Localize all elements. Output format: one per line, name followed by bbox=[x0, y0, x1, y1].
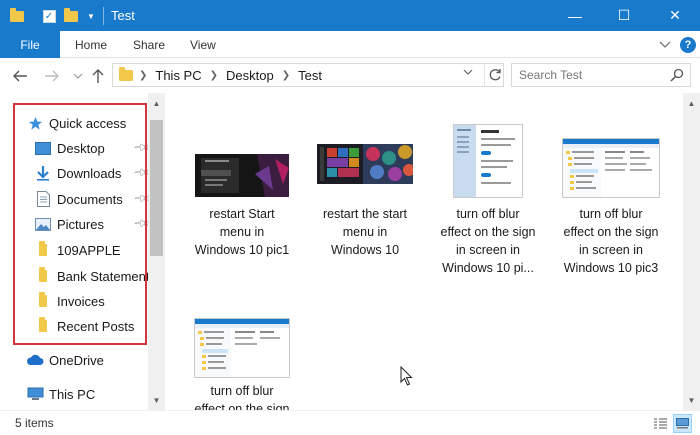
file-item[interactable]: restart Start menu in Windows 10 pic1 bbox=[186, 148, 298, 268]
details-view-icon[interactable] bbox=[651, 414, 670, 433]
up-arrow-icon[interactable] bbox=[88, 66, 108, 86]
breadcrumb-separator-icon[interactable]: ❯ bbox=[282, 70, 290, 81]
file-thumbnail bbox=[432, 124, 544, 198]
tab-share[interactable]: Share bbox=[133, 31, 165, 58]
file-name: restart Start menu in Windows 10 pic1 bbox=[194, 207, 290, 257]
scroll-down-arrow-icon[interactable]: ▼ bbox=[148, 392, 165, 409]
item-count: 5 items bbox=[15, 416, 54, 430]
title-separator bbox=[103, 7, 104, 25]
search-icon[interactable] bbox=[670, 68, 684, 82]
nav-item-onedrive[interactable]: OneDrive bbox=[26, 349, 104, 371]
recent-locations-chevron-icon[interactable] bbox=[68, 66, 88, 86]
properties-checkbox-icon[interactable]: ✓ bbox=[40, 7, 58, 25]
file-item[interactable]: restart the start menu in Windows 10 bbox=[309, 144, 421, 268]
nav-item-label: This PC bbox=[49, 386, 96, 402]
nav-scrollbar-thumb[interactable] bbox=[150, 120, 163, 256]
minimize-button[interactable]: — bbox=[552, 0, 598, 31]
file-thumbnail bbox=[555, 138, 667, 198]
nav-item-label: OneDrive bbox=[49, 352, 104, 368]
search-input[interactable] bbox=[512, 64, 662, 86]
file-name: turn off blur effect on the sign bbox=[194, 384, 290, 410]
address-dropdown-chevron-icon[interactable] bbox=[463, 68, 473, 77]
scroll-up-arrow-icon[interactable]: ▲ bbox=[683, 95, 700, 112]
chevron-down-icon[interactable] bbox=[657, 37, 673, 53]
navigation-bar: ❯ This PC ❯ Desktop ❯ Test bbox=[0, 58, 700, 93]
file-name: restart the start menu in Windows 10 bbox=[322, 207, 408, 257]
quick-access-highlight-box bbox=[13, 103, 147, 345]
refresh-icon[interactable] bbox=[484, 63, 504, 87]
window-title: Test bbox=[111, 8, 135, 23]
close-button[interactable]: ✕ bbox=[652, 0, 698, 31]
search-box[interactable] bbox=[511, 63, 691, 87]
customize-qat-dropdown-icon[interactable]: ▼ bbox=[84, 7, 98, 25]
file-thumbnail bbox=[309, 144, 421, 184]
breadcrumb-desktop[interactable]: Desktop bbox=[226, 68, 274, 83]
address-folder-icon bbox=[119, 67, 133, 82]
back-arrow-icon[interactable] bbox=[10, 66, 30, 86]
file-list: restart Start menu in Windows 10 pic1 re… bbox=[166, 93, 683, 410]
cloud-icon bbox=[26, 352, 44, 368]
navigation-pane: Quick access Desktop 📌︎ Downloads 📌︎ Doc… bbox=[0, 93, 166, 410]
mouse-cursor-icon bbox=[400, 366, 413, 386]
large-icons-view-icon[interactable] bbox=[673, 414, 692, 433]
breadcrumb-separator-icon[interactable]: ❯ bbox=[139, 70, 147, 81]
nav-pane-scrollbar[interactable]: ▲ ▼ bbox=[148, 93, 165, 410]
breadcrumb-this-pc[interactable]: This PC bbox=[155, 68, 201, 83]
tab-file[interactable]: File bbox=[0, 31, 60, 58]
scroll-down-arrow-icon[interactable]: ▼ bbox=[683, 392, 700, 409]
breadcrumb-test[interactable]: Test bbox=[298, 68, 322, 83]
maximize-button[interactable]: ☐ bbox=[601, 0, 647, 31]
content-scrollbar[interactable]: ▲ ▼ bbox=[683, 93, 700, 410]
file-item[interactable]: turn off blur effect on the sign bbox=[186, 318, 298, 410]
file-name: turn off blur effect on the sign in screen… bbox=[563, 207, 659, 275]
tab-view[interactable]: View bbox=[190, 31, 216, 58]
computer-icon bbox=[26, 386, 44, 402]
scroll-up-arrow-icon[interactable]: ▲ bbox=[148, 95, 165, 112]
status-bar: 5 items bbox=[0, 410, 700, 435]
forward-arrow-icon[interactable] bbox=[42, 66, 62, 86]
new-folder-icon[interactable] bbox=[62, 7, 80, 25]
help-icon[interactable]: ? bbox=[680, 37, 696, 53]
tab-home[interactable]: Home bbox=[75, 31, 107, 58]
breadcrumb-separator-icon[interactable]: ❯ bbox=[210, 70, 218, 81]
file-thumbnail bbox=[186, 154, 298, 197]
ribbon-tabs: File Home Share View ? bbox=[0, 31, 700, 58]
nav-item-this-pc[interactable]: This PC bbox=[26, 383, 95, 405]
file-item[interactable]: turn off blur effect on the sign in screen… bbox=[555, 138, 667, 278]
file-thumbnail bbox=[186, 318, 298, 378]
title-bar: ✓ ▼ Test — ☐ ✕ bbox=[0, 0, 700, 31]
address-bar[interactable]: ❯ This PC ❯ Desktop ❯ Test bbox=[112, 63, 504, 87]
file-name: turn off blur effect on the sign in screen… bbox=[440, 207, 536, 275]
file-item[interactable]: turn off blur effect on the sign in screen… bbox=[432, 124, 544, 278]
folder-icon[interactable] bbox=[8, 7, 26, 25]
